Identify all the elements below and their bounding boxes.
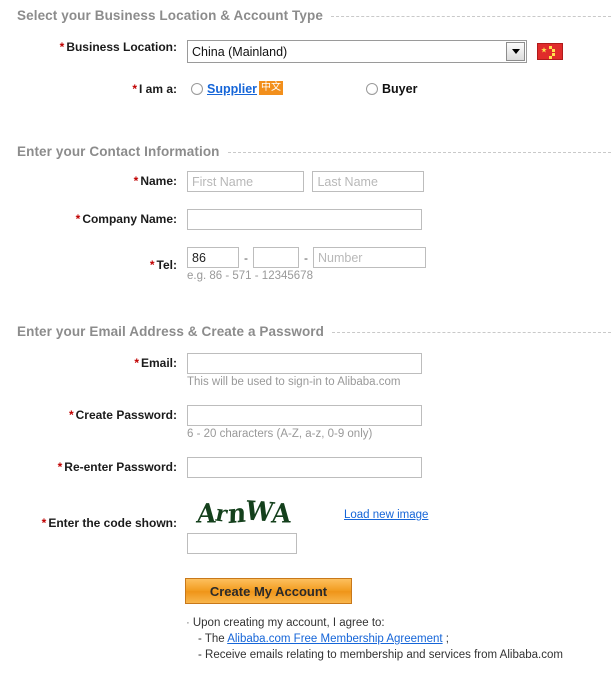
- company-name-input[interactable]: [187, 209, 422, 230]
- field-group-email: This will be used to sign-in to Alibaba.…: [183, 353, 422, 388]
- chevron-down-icon[interactable]: [506, 42, 525, 61]
- email-hint: This will be used to sign-in to Alibaba.…: [187, 376, 401, 388]
- field-group-reenter-password: [183, 457, 422, 478]
- radio-buyer[interactable]: [366, 83, 379, 95]
- section-title-contact-information: Enter your Contact Information: [17, 143, 220, 159]
- password-rules-hint: 6 - 20 characters (A-Z, a-z, 0-9 only): [187, 428, 373, 440]
- captcha-image: ArnWA: [187, 497, 300, 529]
- required-asterisk: *: [134, 356, 139, 370]
- label-captcha-text: Enter the code shown:: [48, 516, 177, 530]
- section-title-email-password: Enter your Email Address & Create a Pass…: [17, 323, 325, 339]
- field-row-company-name: * Company Name:: [0, 209, 611, 230]
- label-account-type: * I am a:: [0, 82, 183, 96]
- label-email: * Email:: [0, 353, 183, 370]
- label-account-type-text: I am a:: [138, 82, 177, 96]
- section-title-business-location: Select your Business Location & Account …: [17, 7, 323, 23]
- required-asterisk: *: [132, 82, 137, 96]
- create-my-account-button[interactable]: Create My Account: [185, 578, 352, 604]
- agreement-intro-line: · Upon creating my account, I agree to:: [186, 615, 606, 631]
- business-location-selected-value: China (Mainland): [192, 44, 288, 59]
- tel-inputs-row: - -: [187, 247, 426, 268]
- label-business-location-text: Business Location:: [66, 40, 177, 54]
- label-reenter-password-text: Re-enter Password:: [64, 460, 177, 474]
- label-business-location: * Business Location:: [0, 40, 183, 54]
- signup-form-page: Select your Business Location & Account …: [0, 0, 611, 685]
- membership-agreement-link[interactable]: Alibaba.com Free Membership Agreement: [227, 633, 442, 645]
- agreement-line-2: - Receive emails relating to membership …: [198, 649, 563, 661]
- agreement-line-1-suffix: ;: [442, 633, 449, 645]
- supplier-link[interactable]: Supplier: [207, 82, 257, 96]
- business-location-select-wrap: China (Mainland): [187, 40, 563, 63]
- field-group-create-password: 6 - 20 characters (A-Z, a-z, 0-9 only): [183, 405, 422, 440]
- account-type-radio-group: Supplier 中文 Buyer: [191, 81, 418, 96]
- create-password-input[interactable]: [187, 405, 422, 426]
- field-group-business-location: China (Mainland): [183, 40, 563, 63]
- load-new-captcha-link[interactable]: Load new image: [344, 509, 428, 521]
- reenter-password-input[interactable]: [187, 457, 422, 478]
- field-row-name: * Name:: [0, 171, 611, 192]
- field-row-captcha: * Enter the code shown: ArnWA Load new im…: [0, 497, 611, 554]
- label-tel-text: Tel:: [156, 258, 177, 272]
- label-email-text: Email:: [140, 356, 177, 370]
- required-asterisk: *: [68, 408, 74, 422]
- label-tel: * Tel:: [0, 247, 183, 272]
- china-flag-icon: [537, 43, 563, 60]
- required-asterisk: *: [149, 258, 155, 272]
- agreement-line-1-prefix: - The: [198, 633, 228, 645]
- field-row-business-location: * Business Location: China (Mainland): [0, 40, 611, 63]
- field-row-create-password: * Create Password: 6 - 20 characters (A-Z…: [0, 405, 611, 440]
- agreement-intro-text: Upon creating my account, I agree to:: [192, 617, 385, 629]
- label-captcha: * Enter the code shown:: [0, 497, 183, 530]
- label-company-name: * Company Name:: [0, 209, 183, 226]
- tel-country-code-input[interactable]: [187, 247, 239, 268]
- first-name-input[interactable]: [187, 171, 304, 192]
- email-input[interactable]: [187, 353, 422, 374]
- tel-number-input[interactable]: [313, 247, 426, 268]
- radio-supplier[interactable]: [191, 83, 203, 95]
- tel-area-code-input[interactable]: [253, 247, 299, 268]
- section-header-email-password: Enter your Email Address & Create a Pass…: [0, 320, 611, 342]
- field-group-account-type: Supplier 中文 Buyer: [183, 81, 418, 96]
- bullet-icon: ·: [186, 617, 190, 629]
- captcha-top-row: ArnWA Load new image: [187, 497, 428, 529]
- captcha-image-text: ArnWA: [195, 497, 292, 529]
- section-header-business-location: Select your Business Location & Account …: [0, 4, 611, 26]
- section-divider-rule: [330, 15, 611, 17]
- field-row-account-type: * I am a: Supplier 中文 Buyer: [0, 81, 611, 96]
- agreement-line-1: - The Alibaba.com Free Membership Agreem…: [186, 631, 606, 647]
- agreement-block: · Upon creating my account, I agree to: -…: [186, 615, 606, 663]
- field-row-tel: *Tel: - - e.g. 86 - 571 - 12345678: [0, 247, 611, 282]
- field-group-name: [183, 171, 425, 192]
- label-create-password: * Create Password:: [0, 405, 183, 422]
- section-divider-rule: [227, 151, 611, 153]
- captcha-input[interactable]: [187, 533, 297, 554]
- label-create-password-text: Create Password:: [75, 408, 177, 422]
- label-name: * Name:: [0, 171, 183, 188]
- field-row-reenter-password: * Re-enter Password:: [0, 457, 611, 478]
- section-header-contact-information: Enter your Contact Information: [0, 140, 611, 162]
- label-reenter-password: * Re-enter Password:: [0, 457, 183, 474]
- buyer-label: Buyer: [382, 82, 418, 96]
- business-location-select[interactable]: China (Mainland): [187, 40, 527, 63]
- tel-separator-1: -: [244, 250, 248, 265]
- tel-format-hint: e.g. 86 - 571 - 12345678: [187, 270, 313, 282]
- label-name-text: Name:: [140, 174, 177, 188]
- tel-separator-2: -: [304, 250, 308, 265]
- last-name-input[interactable]: [312, 171, 425, 192]
- field-row-email: * Email: This will be used to sign-in to …: [0, 353, 611, 388]
- chinese-language-badge[interactable]: 中文: [259, 81, 284, 95]
- field-group-captcha: ArnWA Load new image: [183, 497, 428, 554]
- section-divider-rule: [332, 331, 611, 333]
- label-company-name-text: Company Name:: [82, 212, 177, 226]
- field-group-company-name: [183, 209, 422, 230]
- field-group-tel: - - e.g. 86 - 571 - 12345678: [183, 247, 426, 282]
